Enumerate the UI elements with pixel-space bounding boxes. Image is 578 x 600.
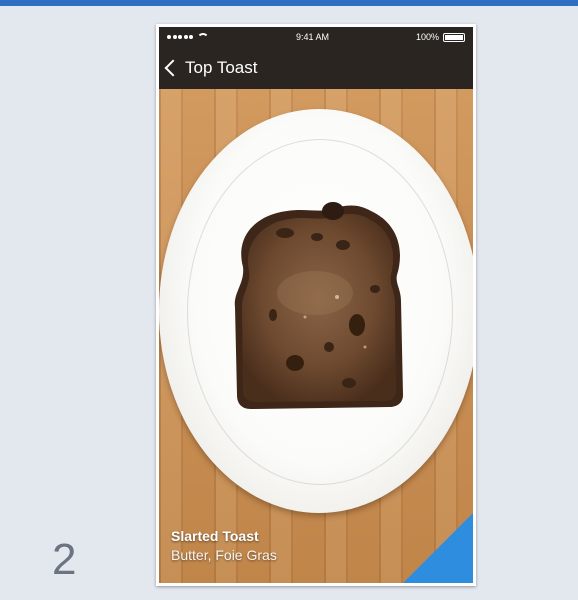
photo-caption: Slarted Toast Butter, Foie Gras xyxy=(171,528,277,563)
status-bar: 9:41 AM 100% xyxy=(159,27,473,47)
back-chevron-icon xyxy=(164,59,182,77)
battery-percent: 100% xyxy=(415,32,439,42)
toast-slice-image xyxy=(234,202,403,409)
caption-title: Slarted Toast xyxy=(171,528,259,544)
battery-icon xyxy=(443,32,465,42)
step-number: 2 xyxy=(52,535,77,584)
phone-screen: 9:41 AM 100% Top Toast Slarted Toast But… xyxy=(159,27,473,583)
back-button-label: Top Toast xyxy=(185,58,258,77)
phone-frame: 9:41 AM 100% Top Toast Slarted Toast But… xyxy=(156,24,476,586)
signal-indicator xyxy=(167,33,209,41)
back-button[interactable]: Top Toast xyxy=(164,58,258,78)
battery-indicator: 100% xyxy=(416,32,465,42)
wifi-icon xyxy=(197,33,209,41)
caption-subtitle: Butter, Foie Gras xyxy=(171,547,277,563)
navigation-bar: Top Toast xyxy=(159,47,473,89)
corner-flag xyxy=(403,513,473,583)
status-time: 9:41 AM xyxy=(295,32,329,42)
top-accent-bar xyxy=(0,0,578,6)
signal-dots-icon xyxy=(167,35,193,39)
